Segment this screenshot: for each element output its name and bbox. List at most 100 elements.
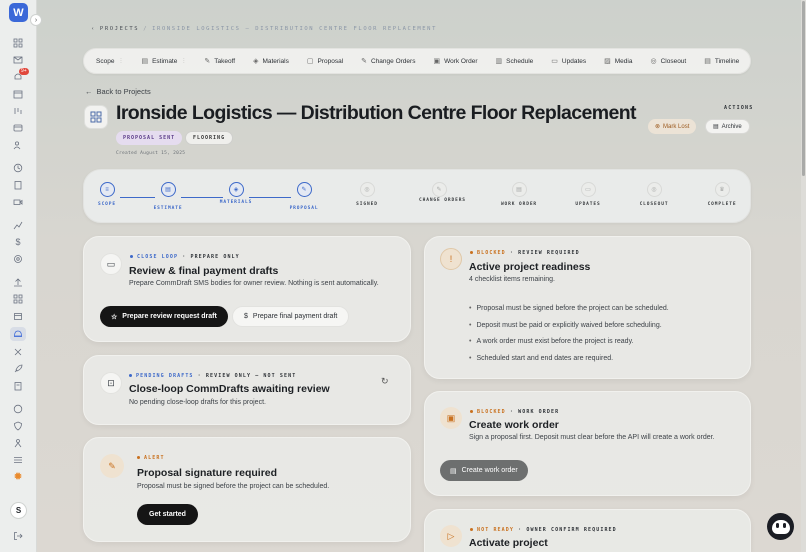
settings-icon[interactable] xyxy=(12,253,24,265)
tab-media[interactable]: ▨ Media xyxy=(604,57,632,66)
inbox-icon: ⊡ xyxy=(100,372,122,394)
message-icon: ▭ xyxy=(100,253,122,275)
activate-eyebrow: NOT READY · OWNER CONFIRM REQUIRED xyxy=(470,527,617,533)
tools-icon[interactable] xyxy=(12,346,24,358)
upload-icon[interactable] xyxy=(12,276,24,288)
clipboard-check-icon: ▣ xyxy=(440,407,462,429)
shield-icon[interactable] xyxy=(12,420,24,432)
alert-eyebrow: ALERT xyxy=(137,455,165,461)
dollar-icon: $ xyxy=(244,313,248,320)
back-to-projects-link[interactable]: ← Back to Projects xyxy=(85,87,151,96)
step-estimate[interactable]: ▤ ESTIMATE xyxy=(148,182,188,211)
step-change-orders[interactable]: ✎ CHANGE ORDERS xyxy=(419,182,466,203)
box-icon[interactable] xyxy=(12,310,24,322)
user-tree-icon[interactable] xyxy=(12,437,24,449)
checklist-item: A work order must exist before the proje… xyxy=(469,338,669,345)
tab-schedule[interactable]: ▥ Schedule xyxy=(496,57,534,66)
checklist-item: Deposit must be paid or explicitly waive… xyxy=(469,322,669,329)
logout-icon[interactable] xyxy=(12,530,24,542)
palette-icon[interactable] xyxy=(12,403,24,415)
file-icon[interactable] xyxy=(12,380,24,392)
grid-icon-2[interactable] xyxy=(12,293,24,305)
card-icon[interactable] xyxy=(12,122,24,134)
step-proposal[interactable]: ✎ PROPOSAL xyxy=(284,182,324,211)
step-label: UPDATES xyxy=(575,202,601,207)
tab-materials[interactable]: ◈ Materials xyxy=(253,57,289,66)
step-signed[interactable]: ◎ SIGNED xyxy=(347,182,387,207)
create-work-order-label: Create work order xyxy=(461,467,518,474)
sun-icon[interactable]: ✹ xyxy=(12,470,24,483)
breadcrumb-root[interactable]: PROJECTS xyxy=(100,26,139,32)
collapse-sidebar-button[interactable]: › xyxy=(30,14,42,26)
assistant-mascot-button[interactable] xyxy=(767,513,794,540)
tab-label: Closeout xyxy=(660,57,687,65)
archive-button[interactable]: ▤ Archive xyxy=(705,119,750,134)
step-closeout[interactable]: ◎ CLOSEOUT xyxy=(634,182,674,207)
readiness-description: 4 checklist items remaining. xyxy=(469,276,555,283)
create-work-order-card: ▣ BLOCKED · WORK ORDER Create work order… xyxy=(424,391,751,496)
rocket-icon[interactable] xyxy=(12,363,24,375)
breadcrumb-separator: / xyxy=(143,26,149,32)
tab-icon: ✎ xyxy=(204,58,211,65)
alert-title: Proposal signature required xyxy=(137,467,278,479)
prepare-review-request-button[interactable]: ☆ Prepare review request draft xyxy=(100,306,228,327)
back-link-label: Back to Projects xyxy=(96,87,151,96)
clipboard-icon[interactable] xyxy=(12,179,24,191)
readiness-eyebrow: BLOCKED · REVIEW REQUIRED xyxy=(470,250,580,256)
step-scope[interactable]: ≡ SCOPE xyxy=(87,182,127,207)
refresh-icon[interactable]: ↻ xyxy=(381,376,389,387)
step-label: CLOSEOUT xyxy=(639,202,669,207)
tab-work-order[interactable]: ▣ Work Order xyxy=(433,57,477,66)
tab-change-orders[interactable]: ✎ Change Orders xyxy=(361,57,415,66)
mail-icon[interactable] xyxy=(12,54,24,66)
tab-scope[interactable]: Scope ⋮ xyxy=(96,58,123,65)
list-icon[interactable] xyxy=(12,454,24,466)
breadcrumb: ‹ PROJECTS / IRONSIDE LOGISTICS — DISTRIBUT… xyxy=(91,26,437,32)
tab-label: Proposal xyxy=(317,57,344,65)
tab-proposal[interactable]: ▢ Proposal xyxy=(307,57,344,66)
circle-x-icon: ⊗ xyxy=(655,124,661,130)
create-work-order-button[interactable]: ▤ Create work order xyxy=(440,460,528,481)
flow-icon[interactable] xyxy=(12,105,24,117)
step-complete[interactable]: ♛ COMPLETE xyxy=(702,182,742,207)
tab-label: Estimate xyxy=(152,57,178,65)
tab-closeout[interactable]: ◎ Closeout xyxy=(650,57,687,66)
readiness-title: Active project readiness xyxy=(469,261,591,273)
step-icon: ▤ xyxy=(160,182,176,197)
tab-updates[interactable]: ▭ Updates xyxy=(551,57,586,66)
archive-icon: ▤ xyxy=(713,124,719,130)
project-stepper: ≡ SCOPE ▤ ESTIMATE ◈ MATERIALS ✎ PROPOSAL ◎ SIGNE… xyxy=(83,169,751,223)
prepare-final-payment-button[interactable]: $ Prepare final payment draft xyxy=(232,306,350,327)
step-work-order[interactable]: ▤ WORK ORDER xyxy=(499,182,539,207)
user-avatar[interactable]: S xyxy=(10,502,27,519)
step-label: SIGNED xyxy=(356,202,378,207)
project-type-badge: FLOORING xyxy=(185,131,234,145)
helmet-icon[interactable] xyxy=(10,327,26,341)
step-materials[interactable]: ◈ MATERIALS xyxy=(216,182,256,205)
star-icon: ☆ xyxy=(111,313,118,321)
step-icon: ◈ xyxy=(228,182,244,197)
clock-icon[interactable] xyxy=(12,162,24,174)
step-label: CHANGE ORDERS xyxy=(419,198,466,203)
tab-estimate[interactable]: ▤ Estimate ⋮ xyxy=(141,57,186,66)
get-started-button[interactable]: Get started xyxy=(137,504,198,525)
tab-takeoff[interactable]: ✎ Takeoff xyxy=(204,57,235,66)
users-icon[interactable] xyxy=(12,139,24,151)
page-scrollbar[interactable] xyxy=(801,0,806,552)
activate-project-card: ▷ NOT READY · OWNER CONFIRM REQUIRED Act… xyxy=(424,509,751,552)
mark-lost-button[interactable]: ⊗ Mark Lost xyxy=(648,119,697,134)
pending-drafts-eyebrow: PENDING DRAFTS · REVIEW ONLY — NOT SENT xyxy=(129,373,296,379)
step-label: PROPOSAL xyxy=(289,206,319,211)
calendar-icon[interactable] xyxy=(12,88,24,100)
step-icon: ▤ xyxy=(511,182,527,197)
step-updates[interactable]: ▭ UPDATES xyxy=(568,182,608,207)
dollar-icon[interactable]: $ xyxy=(12,236,24,248)
status-badge: PROPOSAL SENT xyxy=(116,131,183,145)
scrollbar-thumb[interactable] xyxy=(802,1,805,176)
tab-timeline[interactable]: ▤ Timeline xyxy=(704,57,739,66)
arrow-left-icon: ← xyxy=(85,87,93,96)
grid-icon[interactable] xyxy=(12,37,24,49)
video-icon[interactable] xyxy=(12,196,24,208)
app-logo[interactable]: W xyxy=(9,3,28,22)
chart-icon[interactable] xyxy=(12,219,24,231)
